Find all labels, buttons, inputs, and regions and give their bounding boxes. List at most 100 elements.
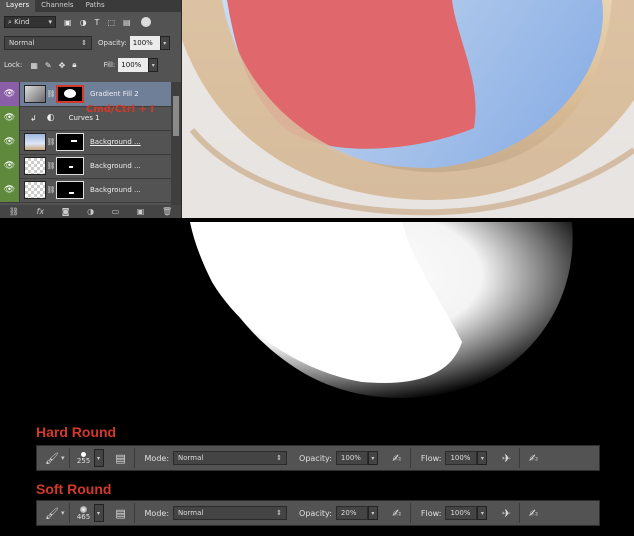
chevron-down-icon: ▾ [480,454,484,462]
lock-position-icon[interactable]: ✥ [59,61,66,70]
visibility-eye-icon[interactable]: 👁︎ [0,82,20,106]
layer-mask-thumbnail[interactable] [56,133,84,151]
link-layers-icon[interactable]: ⛓︎ [9,207,19,216]
link-chain-icon: ⛓︎ [46,186,56,194]
opacity-dropdown[interactable]: ▾ [367,506,378,520]
separator [68,503,70,523]
opacity-field[interactable]: 20% [335,506,368,520]
separator [409,448,411,468]
chevron-down-icon: ▾ [480,509,484,517]
layer-mask-thumbnail[interactable] [56,157,84,175]
kind-filter-select[interactable]: ⌕ Kind ▾ [4,16,56,28]
brush-preset-dropdown[interactable]: ▾ [93,449,104,467]
layer-name: Curves 1 [68,114,100,122]
adjustment-filter-icon[interactable]: ◑ [80,18,87,27]
flow-value: 100% [450,454,471,462]
fill-field[interactable]: 100% [118,58,149,72]
new-group-icon[interactable]: ▭ [112,207,120,216]
filter-toggle-icon[interactable] [140,17,151,27]
brush-tool-icon[interactable]: 🖌︎ [43,504,61,522]
blend-mode-select[interactable]: Normal ⇕ [4,36,92,50]
fill-dropdown[interactable]: ▾ [148,58,159,72]
mode-select[interactable]: Normal ⇕ [173,451,288,465]
opacity-field[interactable]: 100% [335,451,368,465]
lock-all-icon[interactable]: 🔒︎ [72,60,76,70]
pressure-size-icon[interactable]: ✍︎ [524,449,542,467]
airbrush-icon[interactable]: ✈︎ [497,504,515,522]
opacity-dropdown[interactable]: ▾ [367,451,378,465]
separator [68,448,70,468]
scrollbar-thumb[interactable] [173,96,179,136]
smart-object-filter-icon[interactable]: ▤ [123,18,131,27]
flow-field[interactable]: 100% [445,451,478,465]
layer-name: Background ... [90,138,141,146]
layer-row-background-1[interactable]: 👁︎ ⛓︎ Background ... [0,130,171,155]
brush-tip-icon [80,505,88,513]
pressure-opacity-icon[interactable]: ✍︎ [388,504,406,522]
tab-layers[interactable]: Layers [0,0,36,12]
layers-scrollbar[interactable] [171,82,181,205]
brush-tool-icon[interactable]: 🖌︎ [43,449,61,467]
visibility-eye-icon[interactable]: 👁︎ [0,106,20,130]
separator [133,503,135,523]
layer-row-background-3[interactable]: 👁︎ ⛓︎ Background ... [0,178,171,203]
mode-label: Mode: [144,453,170,463]
visibility-eye-icon[interactable]: 👁︎ [0,154,20,178]
mode-select[interactable]: Normal ⇕ [173,506,288,520]
link-chain-icon: ⛓︎ [46,90,56,98]
new-adjustment-icon[interactable]: ◑ [87,207,94,216]
brush-preset-picker[interactable]: 255 [74,446,94,470]
chevron-down-icon[interactable]: ▾ [61,454,65,462]
opacity-label: Opacity: [98,39,127,47]
clip-arrow-icon: ↲ [30,113,37,123]
fx-icon[interactable]: fx [37,207,45,216]
chevron-down-icon: ▾ [97,509,101,517]
layer-mask-thumbnail[interactable] [56,85,84,103]
opacity-dropdown[interactable]: ▾ [159,36,170,50]
pressure-opacity-icon[interactable]: ✍︎ [388,449,406,467]
brush-preset-picker[interactable]: 465 [74,501,94,525]
chevron-down-icon[interactable]: ▾ [61,509,65,517]
tab-channels[interactable]: Channels [35,0,79,12]
separator [519,448,521,468]
brush-size: 255 [76,456,91,465]
type-filter-icon[interactable]: T [95,18,100,27]
shape-filter-icon[interactable]: ⬚ [107,18,115,27]
layer-row-background-2[interactable]: 👁︎ ⛓︎ Background ... [0,154,171,179]
mode-value: Normal [178,509,204,517]
visibility-eye-icon[interactable]: 👁︎ [0,130,20,154]
layer-name: Gradient Fill 2 [90,90,139,98]
mask-preview-image [182,222,582,417]
gradient-thumbnail [24,85,46,103]
flow-field[interactable]: 100% [445,506,478,520]
flow-dropdown[interactable]: ▾ [477,506,488,520]
opacity-field[interactable]: 100% [129,36,160,50]
airbrush-icon[interactable]: ✈︎ [497,449,515,467]
brush-panel-icon[interactable]: ▤ [112,504,130,522]
new-layer-icon[interactable]: ▣ [137,207,145,216]
visibility-eye-icon[interactable]: 👁︎ [0,178,20,202]
lock-pixels-icon[interactable]: ✎ [45,61,52,70]
canvas-preview [182,0,634,218]
layer-thumbnail [24,133,46,151]
add-mask-icon[interactable]: ◙ [62,207,70,216]
soft-round-heading: Soft Round [36,481,112,497]
chevron-down-icon: ⇕ [276,454,283,462]
brush-preset-dropdown[interactable]: ▾ [93,504,104,522]
layer-mask-thumbnail[interactable] [56,181,84,199]
trash-icon[interactable]: 🗑︎ [162,207,172,216]
lock-transparency-icon[interactable]: ▦ [30,61,38,70]
image-filter-icon[interactable]: ▣ [64,18,72,27]
mode-value: Normal [178,454,204,462]
opacity-label: Opacity: [299,508,332,518]
flow-dropdown[interactable]: ▾ [477,451,488,465]
brush-panel-icon[interactable]: ▤ [112,449,130,467]
pressure-size-icon[interactable]: ✍︎ [524,504,542,522]
tab-paths[interactable]: Paths [80,0,111,12]
layer-list: 👁︎ ⛓︎ Gradient Fill 2 👁︎ ↲ ◐ Curves 1 👁︎… [0,82,171,205]
separator [133,448,135,468]
fisheye-photo [182,0,634,218]
filter-row: ⌕ Kind ▾ ▣ ◑ T ⬚ ▤ [0,12,181,32]
chevron-down-icon: ▾ [163,39,167,47]
layers-bottom-bar: ⛓︎ fx ◙ ◑ ▭ ▣ 🗑︎ [0,205,181,218]
